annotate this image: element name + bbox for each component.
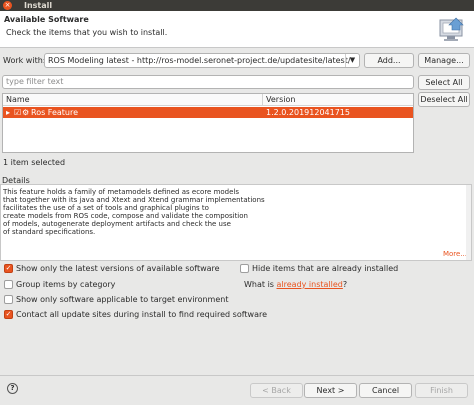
work-with-value: ROS Modeling latest - http://ros-model.s… [48, 56, 351, 65]
target-environment-checkbox[interactable] [4, 295, 13, 304]
page-subtitle: Check the items that you wish to install… [6, 28, 168, 37]
back-button[interactable]: < Back [250, 383, 303, 398]
details-line: create models from ROS code, compose and… [3, 212, 248, 220]
already-installed-link[interactable]: already installed [277, 280, 343, 289]
more-link[interactable]: More... [443, 250, 467, 258]
details-line: of models, autogenerate deployment artif… [3, 220, 231, 228]
table-header: Name Version [3, 94, 413, 106]
close-icon[interactable]: × [3, 1, 12, 10]
selection-status: 1 item selected [3, 158, 66, 167]
window-title: Install [24, 1, 53, 10]
filter-input[interactable]: type filter text [2, 75, 414, 89]
target-environment-label: Show only software applicable to target … [16, 295, 229, 304]
page-title: Available Software [4, 15, 89, 24]
hide-installed-checkbox[interactable] [240, 264, 249, 273]
row-name: Ros Feature [31, 108, 79, 117]
work-with-combo[interactable]: ROS Modeling latest - http://ros-model.s… [44, 53, 360, 68]
contact-sites-checkbox[interactable]: ✓ [4, 310, 13, 319]
column-header-name[interactable]: Name [6, 95, 30, 104]
finish-button[interactable]: Finish [415, 383, 468, 398]
install-wizard-icon [439, 17, 464, 41]
add-site-button[interactable]: Add... [364, 53, 414, 68]
row-checkbox[interactable]: ☑ [14, 107, 21, 118]
what-is-prefix: What is [244, 280, 277, 289]
details-line: of standard specifications. [3, 228, 96, 236]
help-icon[interactable]: ? [7, 383, 18, 394]
latest-versions-checkbox[interactable]: ✓ [4, 264, 13, 273]
footer-divider [0, 375, 474, 376]
group-by-category-label: Group items by category [16, 280, 116, 289]
details-line: facilitates the use of a set of tools an… [3, 204, 209, 212]
row-version: 1.2.0.201912041715 [266, 108, 350, 117]
select-all-button[interactable]: Select All [418, 75, 470, 90]
latest-versions-label: Show only the latest versions of availab… [16, 264, 220, 273]
what-is-installed-text: What is already installed? [244, 280, 347, 289]
group-by-category-checkbox[interactable] [4, 280, 13, 289]
chevron-down-icon[interactable]: ▼ [345, 54, 359, 67]
deselect-all-button[interactable]: Deselect All [418, 92, 470, 107]
filter-placeholder: type filter text [6, 77, 64, 86]
software-table[interactable]: Name Version ▸ ☑ ⚙ Ros Feature 1.2.0.201… [2, 93, 414, 153]
window-titlebar: × Install [0, 0, 474, 11]
manage-sites-button[interactable]: Manage... [418, 53, 470, 68]
cancel-button[interactable]: Cancel [359, 383, 412, 398]
feature-icon: ⚙ [22, 108, 30, 117]
column-divider[interactable] [262, 94, 263, 106]
expand-triangle-icon[interactable]: ▸ [6, 107, 10, 118]
hide-installed-label: Hide items that are already installed [252, 264, 399, 273]
table-row[interactable]: ▸ ☑ ⚙ Ros Feature 1.2.0.201912041715 [3, 107, 413, 118]
contact-sites-label: Contact all update sites during install … [16, 310, 268, 319]
work-with-label: Work with: [3, 56, 46, 65]
column-header-version[interactable]: Version [266, 95, 295, 104]
details-line: that together with its java and Xtext an… [3, 196, 265, 204]
details-line: This feature holds a family of metamodel… [3, 188, 240, 196]
what-is-suffix: ? [342, 280, 348, 289]
details-scrollbar[interactable] [466, 185, 471, 260]
details-panel: This feature holds a family of metamodel… [0, 184, 472, 261]
wizard-header: Available Software Check the items that … [0, 11, 474, 48]
next-button[interactable]: Next > [304, 383, 357, 398]
